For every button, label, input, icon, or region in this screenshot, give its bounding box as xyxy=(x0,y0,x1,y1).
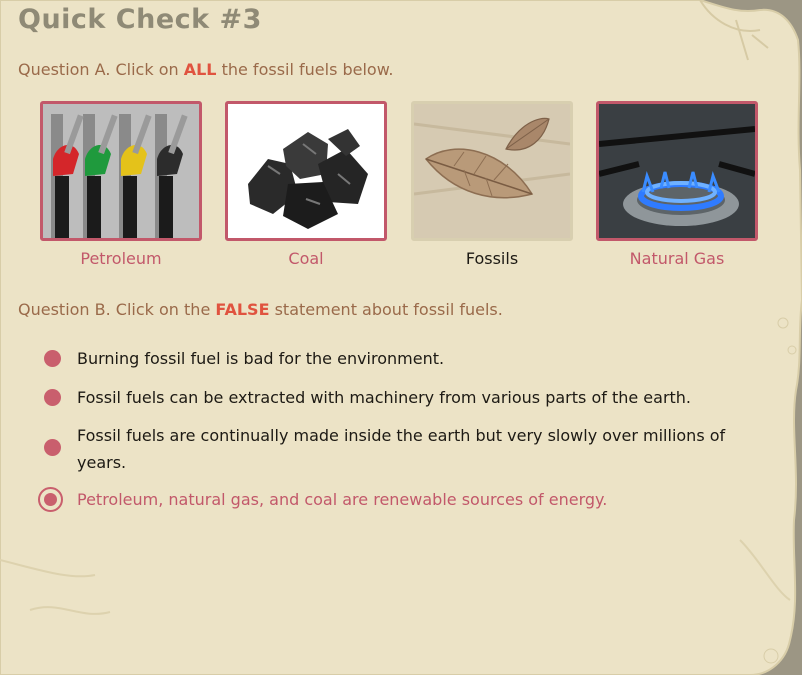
gas-pump-nozzles-image xyxy=(40,101,202,241)
answer-option-text: Fossil fuels are continually made inside… xyxy=(77,426,726,472)
question-a-highlight: ALL xyxy=(183,60,217,79)
answer-option-text: Burning fossil fuel is bad for the envir… xyxy=(77,349,445,368)
question-b-prefix: Question B. Click on the xyxy=(18,300,216,319)
fuel-card-coal[interactable] xyxy=(225,101,387,241)
leaf-fossil-image xyxy=(411,101,573,241)
question-b-highlight: FALSE xyxy=(215,300,270,319)
question-a-prompt: Question A. Click on ALL the fossil fuel… xyxy=(18,60,393,79)
fuel-label-fossils: Fossils xyxy=(465,249,519,268)
answer-option-4[interactable]: Petroleum, natural gas, and coal are ren… xyxy=(38,486,768,514)
fuel-card-natural-gas[interactable] xyxy=(596,101,758,241)
selected-radio-icon xyxy=(38,487,63,512)
answer-option-1[interactable]: Burning fossil fuel is bad for the envir… xyxy=(38,345,768,373)
answer-option-3[interactable]: Fossil fuels are continually made inside… xyxy=(38,422,768,476)
radio-bullet-icon xyxy=(44,439,61,456)
fuel-label-petroleum: Petroleum xyxy=(80,249,162,268)
fuel-card-petroleum[interactable] xyxy=(40,101,202,241)
question-b-suffix: statement about fossil fuels. xyxy=(269,300,503,319)
radio-bullet-icon xyxy=(44,389,61,406)
answer-option-2[interactable]: Fossil fuels can be extracted with machi… xyxy=(38,384,768,412)
radio-bullet-icon xyxy=(44,350,61,367)
question-a-suffix: the fossil fuels below. xyxy=(216,60,394,79)
question-a-prefix: Question A. Click on xyxy=(18,60,184,79)
answer-option-text: Fossil fuels can be extracted with machi… xyxy=(77,388,692,407)
question-b-prompt: Question B. Click on the FALSE statement… xyxy=(18,300,503,319)
page-title: Quick Check #3 xyxy=(18,4,262,35)
coal-lumps-image xyxy=(225,101,387,241)
answer-option-text: Petroleum, natural gas, and coal are ren… xyxy=(77,490,608,509)
fuel-label-coal: Coal xyxy=(288,249,324,268)
fuel-card-fossils[interactable] xyxy=(411,101,573,241)
fuel-label-natural-gas: Natural Gas xyxy=(629,249,725,268)
gas-burner-flame-image xyxy=(596,101,758,241)
